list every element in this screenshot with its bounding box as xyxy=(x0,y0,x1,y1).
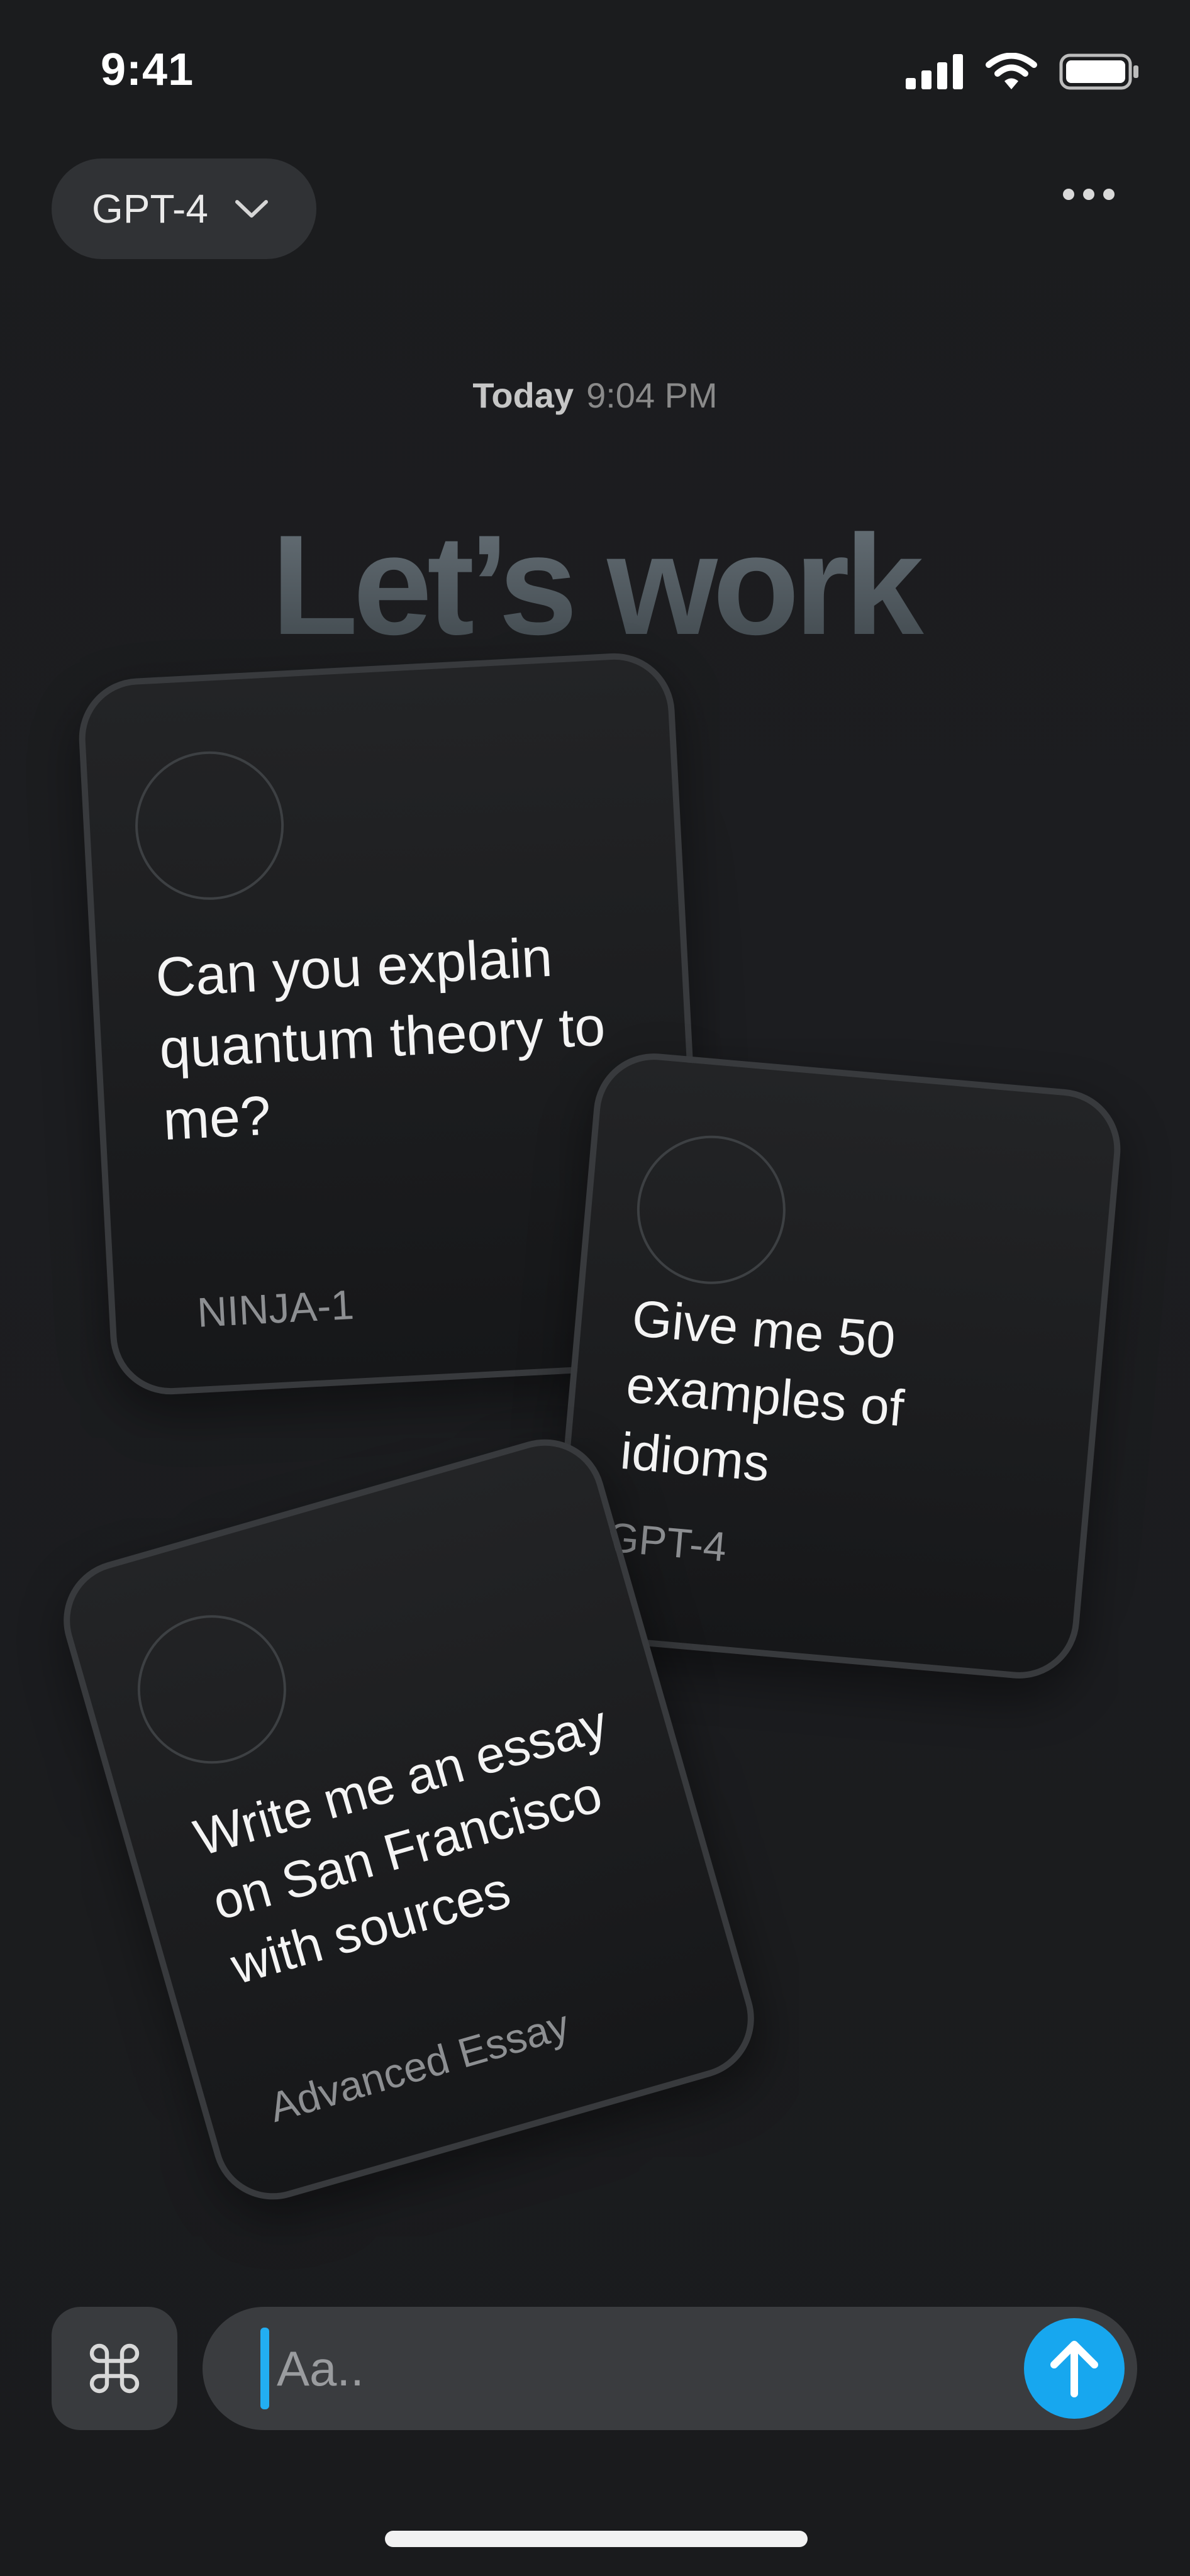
arrow-up-icon xyxy=(1050,2341,1098,2397)
conversation-timestamp: Today 9:04 PM xyxy=(0,375,1190,416)
timestamp-time: 9:04 PM xyxy=(586,375,718,415)
more-options-button[interactable] xyxy=(1063,189,1115,200)
card-avatar xyxy=(131,747,288,904)
card-avatar xyxy=(120,1597,304,1782)
card-model-tag: NINJA-1 xyxy=(196,1280,355,1336)
card-prompt: Can you explain quantum theory to me? xyxy=(154,925,607,1152)
suggestion-card-2[interactable]: Give me 50 examples of idioms GPT-4 xyxy=(547,1048,1126,1684)
model-label: GPT-4 xyxy=(92,186,208,231)
status-icons xyxy=(906,53,1140,91)
text-caret xyxy=(260,2328,269,2409)
cellular-signal-icon xyxy=(906,54,963,89)
card-model-tag: Advanced Essay xyxy=(264,2001,574,2131)
model-selector[interactable]: GPT-4 xyxy=(52,158,316,259)
message-input[interactable] xyxy=(275,2339,1024,2398)
timestamp-day: Today xyxy=(472,375,574,415)
card-avatar xyxy=(631,1129,792,1291)
battery-icon xyxy=(1059,53,1138,90)
chevron-down-icon xyxy=(235,200,268,218)
headline: Let’s work xyxy=(0,503,1190,667)
card-prompt: Give me 50 examples of idioms xyxy=(618,1289,906,1493)
send-button[interactable] xyxy=(1024,2318,1125,2419)
home-indicator[interactable] xyxy=(385,2531,808,2547)
command-icon xyxy=(89,2343,140,2394)
status-time: 9:41 xyxy=(101,45,194,95)
command-button[interactable] xyxy=(52,2307,177,2430)
ellipsis-icon xyxy=(1063,189,1074,200)
wifi-icon xyxy=(986,53,1037,89)
message-composer xyxy=(203,2307,1137,2430)
